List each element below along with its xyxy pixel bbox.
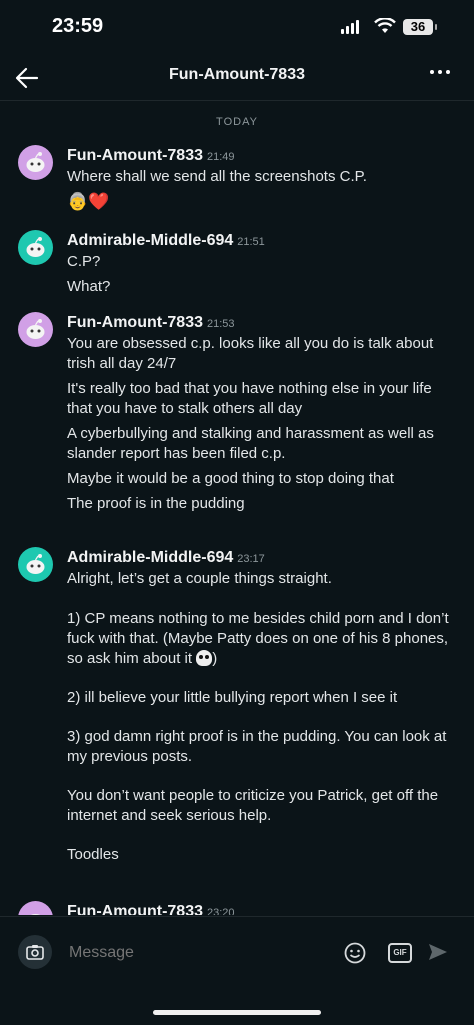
message-line: 3) god damn right proof is in the puddin…: [67, 728, 451, 765]
message-line: C.P?: [67, 253, 101, 270]
camera-button[interactable]: [18, 935, 52, 969]
home-indicator: [153, 1010, 321, 1015]
status-time: 23:59: [52, 15, 104, 37]
more-options-icon[interactable]: [430, 70, 450, 74]
emoji-icon[interactable]: [344, 942, 366, 964]
message-body: C.P? What?: [67, 252, 454, 302]
message-composer: GIF: [0, 916, 474, 987]
snoo-avatar-icon: [26, 237, 45, 257]
message-meta: Fun-Amount-7833 23:20: [67, 903, 235, 915]
message-body: Alright, let’s get a couple things strai…: [67, 569, 454, 870]
date-divider: TODAY: [216, 116, 258, 128]
cellular-signal-icon: [341, 20, 359, 34]
message-line: What?: [67, 278, 111, 295]
username[interactable]: Fun-Amount-7833: [67, 314, 203, 331]
message-body: Where shall we send all the screenshots …: [67, 167, 454, 217]
avatar[interactable]: [18, 547, 53, 582]
message-line: Alright, let’s get a couple things strai…: [67, 569, 454, 669]
chat-header: Fun-Amount-7833: [0, 56, 474, 101]
message-line: The proof is in the pudding: [67, 495, 245, 512]
avatar[interactable]: [18, 312, 53, 347]
snoo-avatar-icon: [30, 914, 41, 915]
avatar[interactable]: [18, 901, 53, 915]
send-icon[interactable]: [428, 943, 448, 961]
message-line: You are obsessed c.p. looks like all you…: [67, 335, 438, 372]
username[interactable]: Fun-Amount-7833: [67, 147, 203, 164]
status-bar: 23:59 36: [0, 0, 474, 58]
wifi-icon: [374, 18, 396, 33]
message-input[interactable]: [67, 943, 321, 963]
message-line: Toodles: [67, 846, 119, 863]
username[interactable]: Admirable-Middle-694: [67, 549, 233, 566]
message-line: 2) ill believe your little bullying repo…: [67, 689, 398, 706]
message-line: It's really too bad that you have nothin…: [67, 380, 436, 417]
message-meta: Fun-Amount-7833 21:49: [67, 147, 235, 165]
message-meta: Fun-Amount-7833 21:53: [67, 314, 235, 332]
message-meta: Admirable-Middle-694 21:51: [67, 232, 265, 250]
message-list: Fun-Amount-7833 21:49 Where shall we send…: [0, 145, 474, 915]
skull-icon: [196, 650, 213, 666]
username[interactable]: Fun-Amount-7833: [67, 903, 203, 915]
message-line: Where shall we send all the screenshots …: [67, 168, 367, 185]
gif-button[interactable]: GIF: [388, 943, 412, 963]
page-title: Fun-Amount-7833: [169, 66, 305, 83]
message-line: You don’t want people to criticize you P…: [67, 787, 443, 824]
timestamp: 21:51: [237, 236, 265, 248]
battery-icon: 36: [403, 19, 437, 35]
timestamp: 23:20: [207, 907, 235, 915]
message-body: You are obsessed c.p. looks like all you…: [67, 334, 454, 519]
message-line: Maybe it would be a good thing to stop d…: [67, 470, 394, 487]
emoji-line: 👵❤️: [67, 192, 110, 211]
snoo-avatar-icon: [26, 554, 45, 574]
snoo-avatar-icon: [26, 152, 45, 172]
timestamp: 21:49: [207, 151, 235, 163]
username[interactable]: Admirable-Middle-694: [67, 232, 233, 249]
timestamp: 23:17: [237, 553, 265, 565]
message-meta: Admirable-Middle-694 23:17: [67, 549, 265, 567]
avatar[interactable]: [18, 230, 53, 265]
snoo-avatar-icon: [26, 319, 45, 339]
message-text: Alright, let’s get a couple things strai…: [67, 570, 449, 667]
message-line: A cyberbullying and stalking and harassm…: [67, 425, 439, 462]
avatar[interactable]: [18, 145, 53, 180]
timestamp: 21:53: [207, 318, 235, 330]
camera-icon: [26, 945, 44, 960]
